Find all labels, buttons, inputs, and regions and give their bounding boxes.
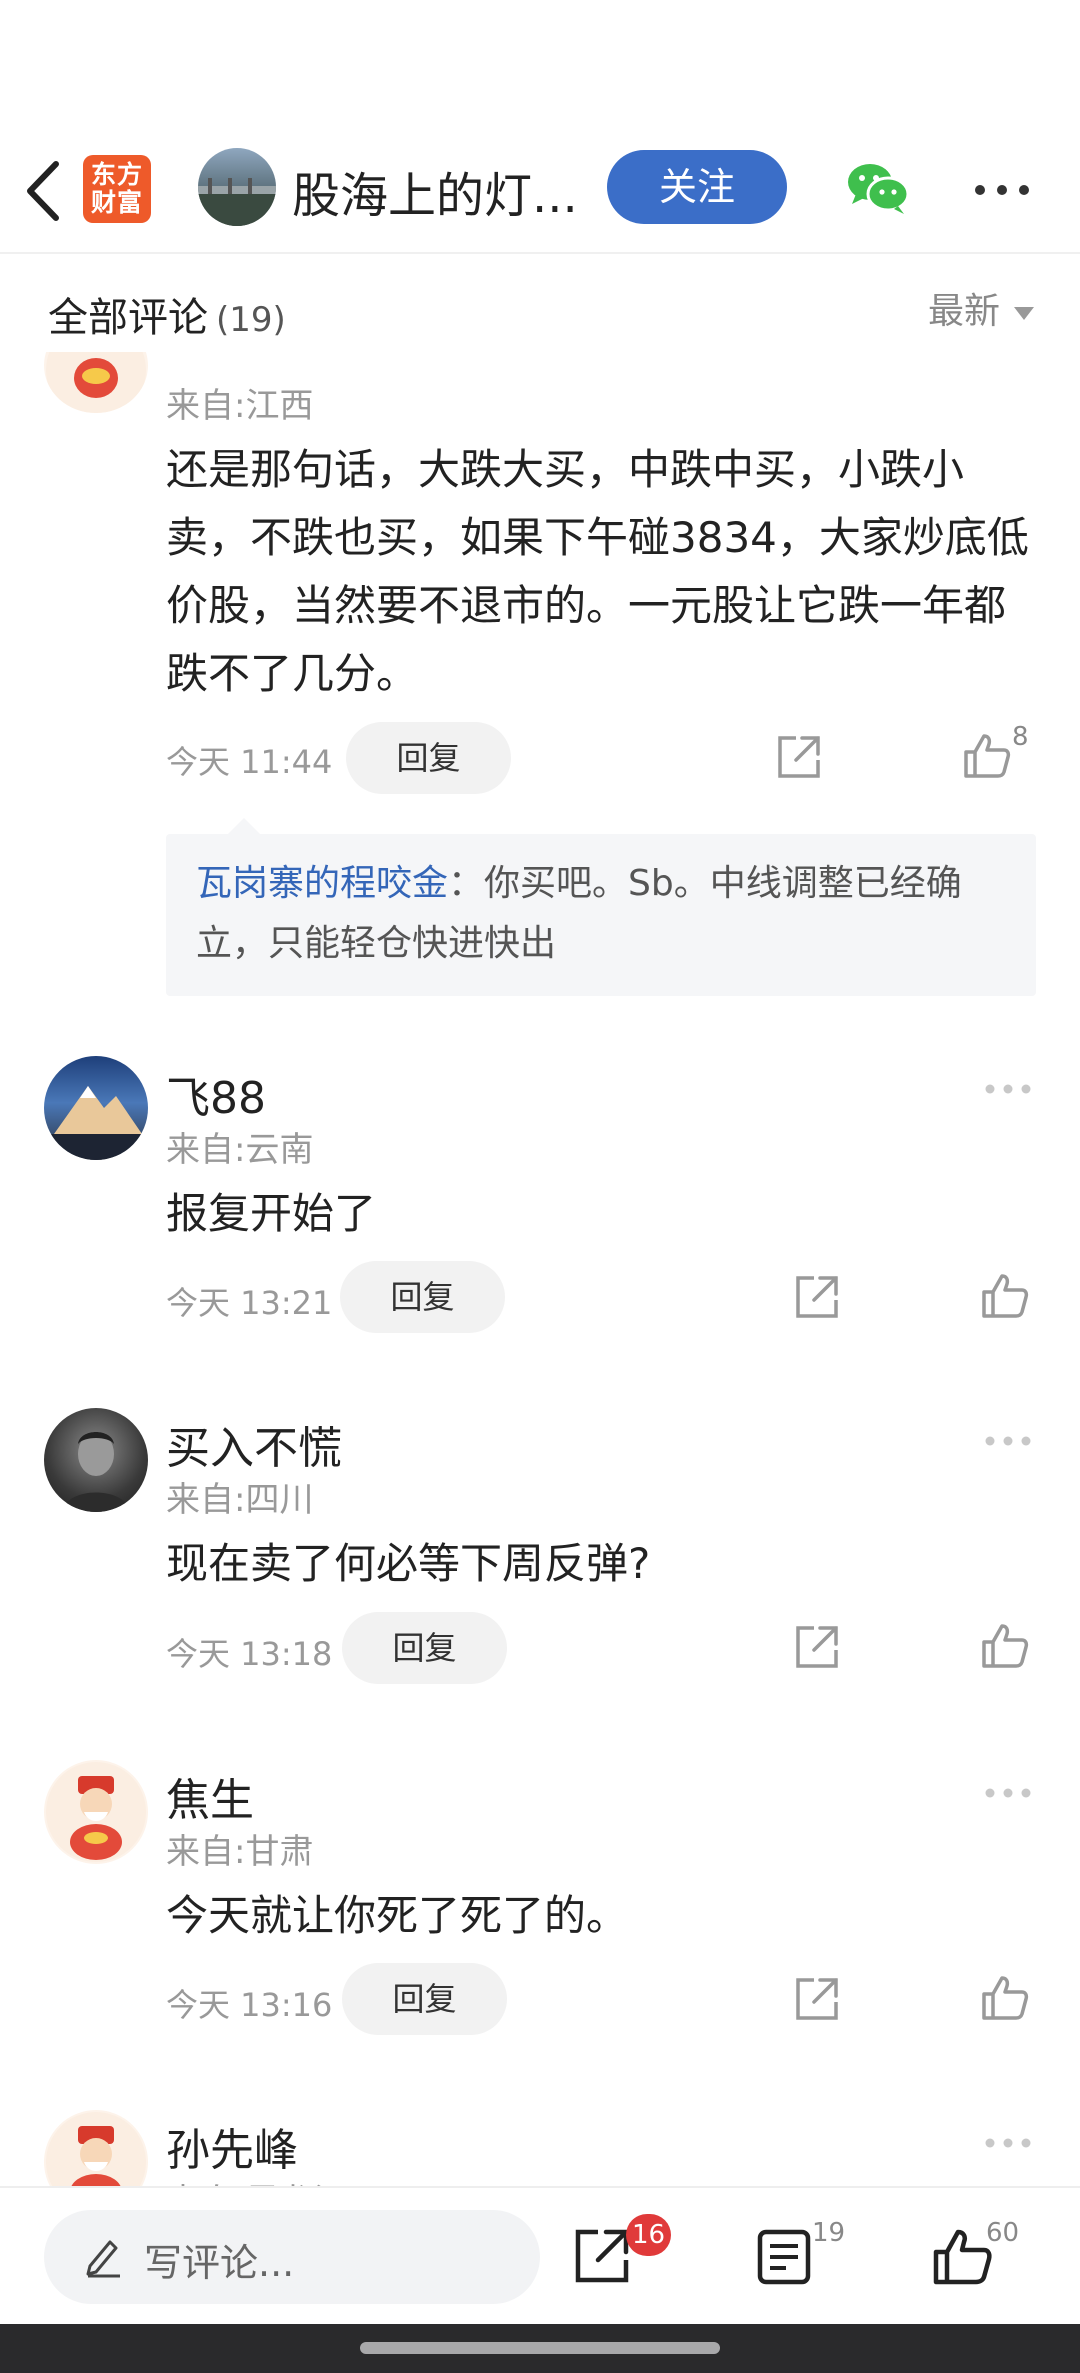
comment-username[interactable]: 飞88: [166, 1062, 266, 1126]
share-count-button[interactable]: [570, 2224, 634, 2288]
like-button[interactable]: [962, 730, 1012, 780]
comment-text: 今天就让你死了死了的。: [166, 1891, 629, 1940]
more-dots-icon: [985, 1436, 1031, 1446]
caret-down-icon: [1014, 306, 1034, 320]
system-navigation-bar: [0, 2324, 1080, 2373]
more-dots-icon: [985, 2138, 1031, 2148]
sort-dropdown[interactable]: 最新: [928, 282, 1034, 334]
reply-button[interactable]: 回复: [342, 1612, 507, 1684]
author-name[interactable]: 股海上的灯...: [292, 156, 578, 226]
reply-button[interactable]: 回复: [346, 722, 511, 794]
write-comment-input[interactable]: 写评论...: [44, 2210, 540, 2304]
comment-location: 来自:甘肃: [166, 1832, 314, 1872]
sort-label: 最新: [927, 291, 1000, 332]
comment-avatar[interactable]: [44, 1056, 148, 1160]
comment-list-icon: [757, 2229, 811, 2285]
quote-caret: [228, 818, 260, 834]
comment-username[interactable]: 买入不慌: [166, 1412, 342, 1476]
share-button[interactable]: [792, 1974, 842, 2024]
comment-more-button[interactable]: [984, 1784, 1032, 1798]
share-icon: [796, 1626, 838, 1668]
share-button[interactable]: [792, 1622, 842, 1672]
share-icon: [796, 1276, 838, 1318]
comment-text: 报复开始了: [166, 1189, 377, 1238]
quoted-reply[interactable]: 瓦岗寨的程咬金：你买吧。Sb。中线调整已经确立，只能轻仓快进快出: [166, 834, 1036, 996]
wechat-icon: [848, 164, 910, 214]
comment-time: 今天 11:44: [166, 743, 333, 781]
follow-button[interactable]: 关注: [607, 150, 787, 224]
write-comment-placeholder: 写评论...: [144, 2241, 295, 2285]
comments-title: 全部评论 (19): [48, 285, 286, 343]
comment-avatar[interactable]: [44, 1408, 148, 1512]
like-button[interactable]: [980, 1270, 1030, 1320]
comment-username[interactable]: 焦生: [166, 1764, 254, 1828]
comments-count: (19): [216, 300, 286, 340]
back-button[interactable]: [18, 156, 68, 226]
reply-button[interactable]: 回复: [342, 1963, 507, 2035]
caishen-avatar-icon: [46, 1762, 146, 1862]
wechat-share-button[interactable]: [846, 160, 910, 216]
quoted-reply-user[interactable]: 瓦岗寨的程咬金: [196, 863, 448, 904]
comment-time: 今天 13:21: [166, 1284, 333, 1322]
comment-location: 来自:云南: [166, 1130, 314, 1170]
comment-more-button[interactable]: [984, 1432, 1032, 1446]
pencil-icon: [86, 2240, 120, 2278]
reply-button[interactable]: 回复: [340, 1261, 505, 1333]
more-dots-icon: [985, 1788, 1031, 1798]
comment-time: 今天 13:16: [166, 1986, 333, 2024]
share-icon: [796, 1978, 838, 2020]
like-button[interactable]: [980, 1620, 1030, 1670]
top-bar: 东方财富 股海上的灯... 关注: [0, 130, 1080, 254]
comment-location: 来自:四川: [166, 1480, 314, 1520]
thumbs-up-icon: [964, 734, 1011, 778]
like-button[interactable]: [980, 1972, 1030, 2022]
thumbs-up-icon: [982, 1976, 1029, 2020]
comments-title-label: 全部评论: [48, 295, 208, 341]
like-count: 60: [986, 2218, 1020, 2248]
thumbs-up-icon: [982, 1624, 1029, 1668]
bottom-action-bar: 写评论... 16 19 60: [0, 2186, 1080, 2324]
share-icon: [778, 736, 820, 778]
comment-text: 现在卖了何必等下周反弹?: [166, 1539, 651, 1588]
share-icon: [575, 2229, 629, 2283]
like-count: 8: [1012, 722, 1029, 752]
comment-avatar[interactable]: [44, 1760, 148, 1864]
like-article-button[interactable]: [930, 2224, 994, 2288]
app-logo-text: 东方财富: [90, 160, 143, 217]
author-avatar[interactable]: [198, 148, 276, 226]
comment-more-button[interactable]: [984, 1080, 1032, 1094]
person-avatar-icon: [62, 1432, 130, 1512]
comment-text: 还是那句话，大跌大买，中跌中买，小跌小卖，不跌也买，如果下午碰3834，大家炒底…: [166, 445, 1029, 698]
comment-count: 19: [812, 2218, 846, 2248]
comment-list-button[interactable]: [752, 2224, 816, 2288]
comment-username[interactable]: 孙先峰: [166, 2114, 298, 2178]
thumbs-up-icon: [982, 1274, 1029, 1318]
comment-location: 来自:江西: [166, 386, 314, 426]
comment-time: 今天 13:18: [166, 1635, 333, 1673]
more-dots-icon: [985, 1084, 1031, 1094]
share-button[interactable]: [792, 1272, 842, 1322]
more-dots-icon: [975, 185, 1029, 195]
more-options-button[interactable]: [972, 182, 1032, 198]
avatar-image-icon: [198, 178, 276, 226]
app-logo[interactable]: 东方财富: [83, 155, 151, 223]
thumbs-up-icon: [933, 2229, 992, 2285]
comment-more-button[interactable]: [984, 2134, 1032, 2148]
mountain-avatar-icon: [44, 1086, 148, 1160]
share-button[interactable]: [774, 732, 824, 782]
share-count-badge: 16: [626, 2214, 672, 2256]
home-gesture-handle[interactable]: [360, 2342, 720, 2354]
back-arrow-icon: [27, 161, 59, 221]
